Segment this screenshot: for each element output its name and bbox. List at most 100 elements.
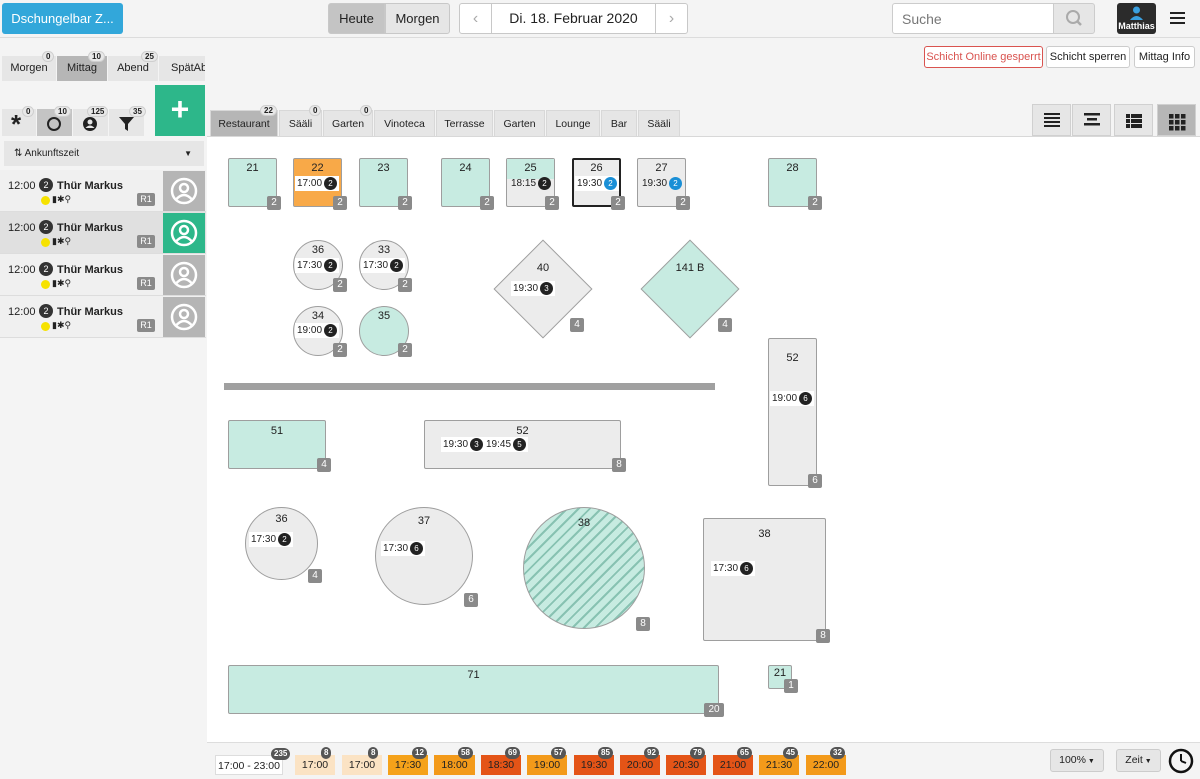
user-menu-button[interactable]: Matthias — [1117, 3, 1156, 34]
slot-time: 19:45 — [486, 439, 512, 450]
timeline-slot[interactable]: 19:00 57 — [527, 747, 567, 775]
timeline-slot[interactable]: 17:00 8 — [295, 747, 335, 775]
shift-info-button[interactable]: Mittag Info — [1134, 46, 1195, 68]
table-52-tall[interactable]: 52 19:00 6 — [768, 338, 817, 486]
shift-tab-morgen[interactable]: Morgen 0 — [2, 51, 56, 81]
timeline-label: 17:00 — [301, 759, 329, 771]
venue-selector-button[interactable]: Dschungelbar Z... — [2, 3, 123, 34]
timeline-count: 57 — [551, 747, 566, 759]
search-button[interactable] — [1053, 3, 1095, 34]
search-input[interactable] — [892, 3, 1054, 34]
room-tab-saeali[interactable]: Sääli 0 — [279, 105, 322, 136]
room-tab-saeali-2[interactable]: Sääli — [638, 110, 680, 136]
timeline-slot[interactable]: 21:00 65 — [713, 747, 753, 775]
filter-tab-all[interactable]: * 0 — [2, 106, 36, 139]
timeline-slot[interactable]: 21:30 45 — [759, 747, 799, 775]
room-tab-garten[interactable]: Garten 0 — [323, 105, 373, 136]
room-tag: R1 — [137, 319, 155, 332]
reservation-item[interactable]: 12:00 2 Thür Markus ▮✱⚲ R1 — [0, 254, 206, 296]
main-menu-button[interactable] — [1162, 3, 1194, 34]
table-reservation-slot[interactable]: 17:30 2 — [295, 258, 340, 273]
next-day-button[interactable]: › — [655, 3, 688, 34]
filter-tab-guests[interactable]: 125 — [73, 106, 109, 136]
tomorrow-button[interactable]: Morgen — [385, 3, 450, 34]
reservation-item[interactable]: 12:00 2 Thür Markus ▮✱⚲ R1 — [0, 212, 206, 254]
add-reservation-button[interactable]: + — [155, 85, 205, 136]
timeline-count: 79 — [690, 747, 705, 759]
table-reservation-slot[interactable]: 19:00 6 — [770, 391, 815, 406]
view-floorplan-button[interactable] — [1157, 104, 1196, 136]
assign-guest-button[interactable] — [163, 255, 205, 295]
table-71[interactable]: 71 — [228, 665, 719, 714]
view-table-button[interactable] — [1114, 104, 1153, 136]
table-51[interactable]: 51 — [228, 420, 326, 469]
persons-badge: 2 — [39, 178, 53, 192]
assign-guest-button[interactable] — [163, 297, 205, 337]
slot-persons: 2 — [324, 259, 338, 272]
shift-tab-abend[interactable]: Abend 25 — [108, 51, 158, 81]
table-reservation-slot[interactable]: 17:30 2 — [361, 258, 406, 273]
table-reservation-slot[interactable]: 19:30 2 — [575, 176, 620, 191]
slot-persons: 6 — [410, 542, 424, 555]
timeline-slot[interactable]: 18:30 69 — [481, 747, 521, 775]
avatar-icon — [170, 261, 198, 289]
table-reservation-slot[interactable]: 17:30 6 — [381, 541, 426, 556]
table-reservation-slot[interactable]: 19:30 3 — [441, 437, 486, 452]
timeline-slot[interactable]: 22:00 32 — [806, 747, 846, 775]
timeline-slot[interactable]: 17:00 8 — [342, 747, 382, 775]
slot-time: 19:30 — [577, 178, 603, 189]
table-number: 33 — [377, 244, 391, 256]
persons-badge: 2 — [39, 220, 53, 234]
timeline-slot[interactable]: 20:30 79 — [666, 747, 706, 775]
table-reservation-slot[interactable]: 17:30 6 — [711, 561, 756, 576]
view-list-button[interactable] — [1032, 104, 1071, 136]
table-reservation-slot[interactable]: 19:45 5 — [484, 437, 529, 452]
table-reservation-slot[interactable]: 17:00 2 — [295, 176, 340, 191]
clock-button[interactable] — [1168, 748, 1194, 774]
reservation-item[interactable]: 12:00 2 Thür Markus ▮✱⚲ R1 — [0, 170, 206, 212]
shift-online-locked-button[interactable]: Schicht Online gesperrt — [924, 46, 1043, 68]
timeline-slot[interactable]: 18:00 58 — [434, 747, 475, 775]
assign-guest-button[interactable] — [163, 171, 205, 211]
room-tab-terrasse[interactable]: Terrasse — [436, 110, 493, 136]
table-36-bottom[interactable]: 36 17:30 2 — [245, 507, 318, 580]
timeline-slot-all[interactable]: 17:00 - 23:00 235 — [215, 748, 291, 775]
previous-day-button[interactable]: ‹ — [459, 3, 492, 34]
reservation-item[interactable]: 12:00 2 Thür Markus ▮✱⚲ R1 — [0, 296, 206, 338]
filter-tab-open[interactable]: 10 — [37, 106, 72, 136]
table-reservation-slot[interactable]: 18:15 2 — [509, 176, 553, 191]
table-reservation-slot[interactable]: 17:30 2 — [249, 532, 294, 547]
timeline-slot[interactable]: 19:30 85 — [574, 747, 614, 775]
zoom-dropdown[interactable]: 100% ▼ — [1050, 749, 1104, 772]
filter-tab-custom[interactable]: 35 — [109, 106, 146, 136]
room-tab-vinoteca[interactable]: Vinoteca — [374, 110, 435, 136]
date-display[interactable]: Di. 18. Februar 2020 — [491, 3, 656, 34]
assign-guest-button[interactable] — [163, 213, 205, 253]
table-52-wide[interactable]: 52 19:30 3 19:45 5 — [424, 420, 621, 469]
slot-time: 18:15 — [511, 178, 537, 189]
table-37[interactable]: 37 17:30 6 — [375, 507, 473, 605]
shift-tab-mittag[interactable]: Mittag 10 — [57, 51, 107, 81]
slot-time: 17:30 — [363, 260, 389, 271]
table-reservation-slot[interactable]: 19:30 2 — [640, 176, 684, 191]
timeline-slot[interactable]: 20:00 92 — [620, 747, 660, 775]
table-reservation-slot[interactable]: 19:30 3 — [511, 281, 556, 296]
view-timeline-button[interactable] — [1072, 104, 1111, 136]
room-tab-lounge[interactable]: Lounge — [546, 110, 600, 136]
room-tab-bar[interactable]: Bar — [601, 110, 637, 136]
today-button[interactable]: Heute — [328, 3, 385, 34]
lock-shift-button[interactable]: Schicht sperren — [1046, 46, 1130, 68]
table-reservation-slot[interactable]: 19:00 2 — [295, 323, 340, 338]
room-tab-restaurant[interactable]: Restaurant 22 — [210, 105, 278, 136]
table-38-square[interactable]: 38 17:30 6 — [703, 518, 826, 641]
time-dropdown[interactable]: Zeit ▼ — [1116, 749, 1161, 772]
table-seats: 2 — [398, 343, 412, 357]
room-tab-garten-2[interactable]: Garten — [494, 110, 545, 136]
timeline-slot[interactable]: 17:30 12 — [388, 747, 428, 775]
table-number: 27 — [655, 162, 668, 174]
shift-tab-spaetabend[interactable]: SpätAbe — [159, 56, 205, 81]
table-38-blocked[interactable]: 38 — [523, 507, 645, 629]
guest-name: Thür Markus — [57, 180, 124, 192]
sort-dropdown[interactable]: ⇅ Ankunftszeit ▼ — [4, 141, 204, 166]
shift-count: 10 — [88, 51, 105, 62]
